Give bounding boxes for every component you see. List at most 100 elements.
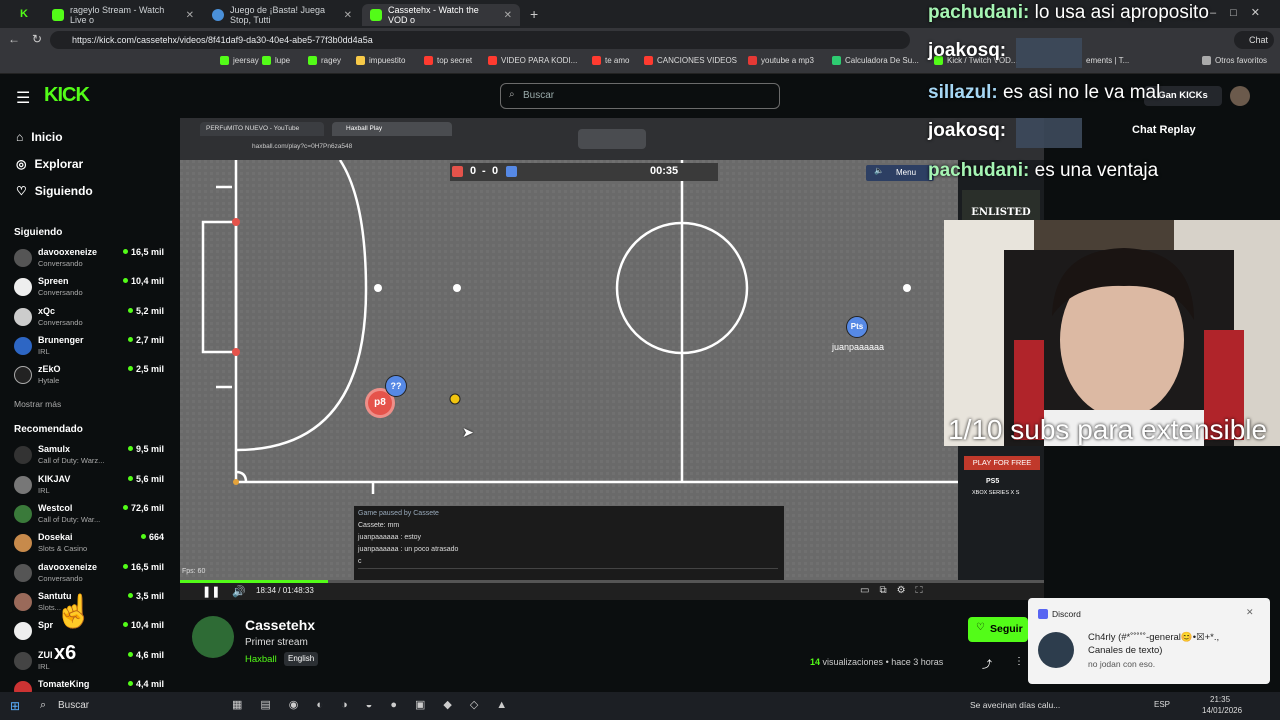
more-options-icon[interactable]: ⋮ (1014, 656, 1024, 667)
browser-tab-active[interactable]: Cassetehx - Watch the VOD o ✕ (362, 4, 520, 26)
recommended-title: Recomendado (14, 424, 83, 435)
subs-goal-overlay: 1/10 subs para extensible (948, 414, 1268, 445)
url-field[interactable]: https://kick.com/cassetehx/videos/8f41da… (50, 31, 910, 49)
nav-siguiendo[interactable]: ♡ Siguiendo (16, 184, 93, 198)
new-tab-icon[interactable]: + (530, 6, 538, 22)
browser-tab[interactable]: Juego de ¡Basta! Juega Stop, Tutti ✕ (204, 4, 360, 26)
kick-logo[interactable]: KICK (44, 84, 90, 107)
marker-dot (453, 284, 461, 292)
avatar (14, 564, 32, 582)
chat-line: Cassete: mm (358, 522, 400, 529)
share-icon[interactable]: ⤴ (982, 656, 992, 671)
time-display: 18:34 / 01:48:33 (256, 586, 314, 595)
recommended-channel[interactable]: Samulx Call of Duty: Warz... 9,5 mil (14, 444, 164, 472)
heart-icon: ♡ (976, 622, 985, 633)
screen-share-controls[interactable] (578, 129, 646, 149)
weather-widget[interactable]: Se avecinan días calu... (970, 700, 1060, 710)
close-icon[interactable]: ✕ (186, 10, 194, 21)
game-chat-input[interactable]: c (358, 558, 778, 569)
recommended-channel[interactable]: davooxeneize Conversando 16,5 mil (14, 562, 164, 590)
webcam-overlay (944, 220, 1280, 446)
language-badge[interactable]: English (284, 652, 319, 666)
clock-time[interactable]: 21:35 (1210, 695, 1230, 704)
ball (449, 393, 461, 405)
bookmark[interactable]: youtube a mp3 (748, 56, 814, 65)
heart-icon: ♡ (16, 184, 27, 198)
kick-tab-icon[interactable]: K (20, 8, 28, 20)
show-more-link[interactable]: Mostrar más (14, 399, 61, 409)
nav-explorar[interactable]: ◎ Explorar (16, 157, 83, 171)
following-channel[interactable]: zEkO Hytale 2,5 mil (14, 364, 164, 392)
emote-car-icon (1016, 118, 1082, 148)
taskbar-apps[interactable]: ▦▤◉◐◑◒●▣◆◇▲ (232, 698, 525, 711)
channel-avatar[interactable] (192, 616, 234, 658)
windows-taskbar: ⊞ ⌕ Buscar ▦▤◉◐◑◒●▣◆◇▲ Se avecinan días … (0, 692, 1280, 720)
following-channel[interactable]: Spreen Conversando 10,4 mil (14, 276, 164, 304)
close-icon[interactable]: ✕ (1246, 607, 1254, 618)
stream-title: Primer stream (245, 637, 308, 648)
bookmark[interactable]: ragey (308, 56, 341, 65)
search-input[interactable]: Buscar (500, 83, 780, 109)
blue-team-icon (506, 166, 517, 177)
taskbar-search-icon: ⌕ (40, 699, 47, 711)
category-link[interactable]: Haxball (245, 654, 277, 665)
recommended-channel[interactable]: Westcol Call of Duty: War... 72,6 mil (14, 503, 164, 531)
bookmark[interactable]: VIDEO PARA KODI... (488, 56, 577, 65)
game-chat: Game paused by Cassete Cassete: mm juanp… (354, 506, 784, 580)
inner-tab-active[interactable]: Haxball Play (332, 122, 452, 136)
live-dot-icon (127, 446, 133, 451)
taskbar-search[interactable]: Buscar (58, 700, 89, 711)
emote-car-icon (1016, 38, 1082, 68)
bookmark[interactable]: Calculadora De Su... (832, 56, 919, 65)
close-icon[interactable]: ✕ (504, 10, 512, 21)
language-indicator[interactable]: ESP (1154, 700, 1170, 709)
speaker-icon[interactable]: 🔈 (874, 166, 884, 175)
ad-play-button[interactable]: PLAY FOR FREE (964, 456, 1040, 470)
inner-tab[interactable]: PERFuMITO NUEVO - YouTube (200, 122, 324, 136)
views-count: 14 visualizaciones • hace 3 horas (810, 657, 944, 667)
recommended-channel[interactable]: TomateKing 4,4 mil (14, 679, 164, 692)
bookmark[interactable]: ements | T... (1086, 56, 1129, 65)
bookmark[interactable]: te amo (592, 56, 629, 65)
bookmark[interactable]: impuestito (356, 56, 405, 65)
window-controls[interactable]: –□✕ (1210, 6, 1274, 19)
live-dot-icon (127, 593, 133, 598)
haxball-field[interactable]: p8 ?? Pts juanpaaaaaa ➤ 0 - 0 00:35 Menu… (180, 160, 958, 580)
bookmark[interactable]: CANCIONES VIDEOS (644, 56, 737, 65)
chat-button[interactable]: Chat (1234, 31, 1274, 49)
progress-track[interactable] (180, 580, 1044, 583)
following-channel[interactable]: xQc Conversando 5,2 mil (14, 306, 164, 334)
recommended-channel[interactable]: Dosekai Slots & Casino 664 (14, 532, 164, 560)
pause-icon[interactable]: ❚❚ (202, 585, 220, 598)
notification-title: Ch4rly (#*˚˚˚˚˚-general😊•☒+*., (1088, 632, 1220, 643)
following-channel[interactable]: Brunenger IRL 2,7 mil (14, 335, 164, 363)
reload-icon[interactable]: ↻ (32, 32, 42, 46)
bookmark[interactable]: top secret (424, 56, 472, 65)
score-red: 0 (470, 165, 477, 177)
bookmark[interactable]: jeersay (220, 56, 259, 65)
nav-inicio[interactable]: ⌂ Inicio (16, 130, 63, 144)
avatar (1038, 632, 1074, 668)
player-right-controls[interactable]: ▭⧉⚙⛶ (860, 585, 933, 596)
close-icon[interactable]: ✕ (344, 10, 352, 21)
player-disc-blue: Pts (846, 316, 868, 338)
bookmark[interactable]: lupe (262, 56, 290, 65)
following-title: Siguiendo (14, 227, 63, 238)
channel-name[interactable]: Cassetehx (245, 617, 315, 633)
windows-start-icon[interactable]: ⊞ (10, 699, 20, 713)
back-icon[interactable]: ← (8, 32, 20, 46)
menu-icon[interactable]: ☰ (16, 88, 30, 108)
bookmark-folder[interactable]: Otros favoritos (1202, 56, 1267, 65)
discord-notification[interactable]: Discord ✕ Ch4rly (#*˚˚˚˚˚-general😊•☒+*.,… (1028, 598, 1270, 684)
following-channel[interactable]: davooxeneize Conversando 16,5 mil (14, 247, 164, 275)
recommended-channel[interactable]: ZUI IRL 4,6 mil (14, 650, 164, 678)
chat-line: juanpaaaaaa : estoy (358, 534, 422, 541)
clock-date[interactable]: 14/01/2026 (1202, 706, 1242, 715)
avatar (14, 476, 32, 494)
avatar (14, 534, 32, 552)
browser-tab[interactable]: rageylo Stream - Watch Live o ✕ (44, 4, 202, 26)
volume-icon[interactable]: 🔊 (232, 585, 246, 598)
avatar[interactable] (1230, 86, 1250, 106)
overlay-chat-line: pachudani: es una ventaja (928, 160, 1159, 181)
recommended-channel[interactable]: KIKJAV IRL 5,6 mil (14, 474, 164, 502)
